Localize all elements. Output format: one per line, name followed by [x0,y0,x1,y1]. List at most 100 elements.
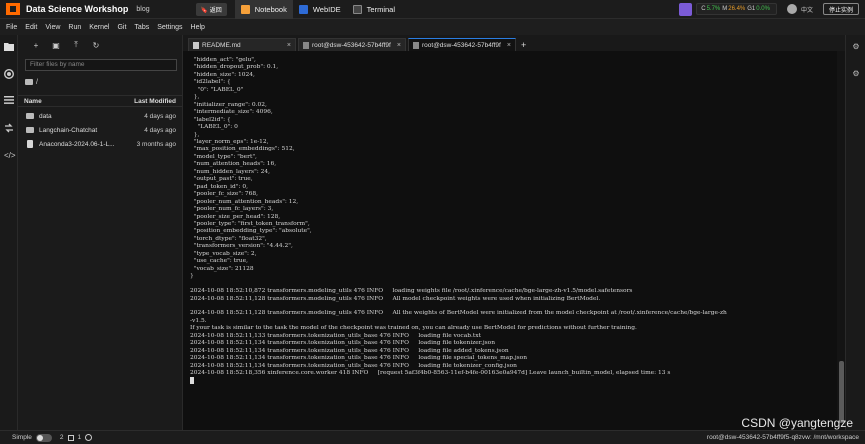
new-tab-icon[interactable]: + [521,40,526,50]
file-browser-toolbar: + ▣ ⤒ ↻ [18,35,182,55]
status-bar: Simple 2 1 root@dsw-453642-57b4ff9f5-q8z… [0,430,865,444]
menu-help[interactable]: Help [191,24,205,31]
file-name: Anaconda3-2024.06-1-L... [39,140,115,148]
terminal-line: "pooler_type": "first_token_transform", [190,220,310,227]
terminal-line: "id2label": { [190,79,231,86]
tab-readme[interactable]: README.md × [188,38,296,51]
tab-notebook[interactable]: Notebook [234,0,293,19]
terminal-count[interactable]: 2 [60,434,64,441]
menu-tabs[interactable]: Tabs [134,24,149,31]
terminal-line: "vocab_size": 21128 [190,265,254,272]
terminal-scrollbar[interactable] [837,51,845,430]
stop-instance-button[interactable]: 停止实例 [822,3,859,15]
file-row-data[interactable]: data 4 days ago [18,109,182,123]
webide-icon [298,4,308,14]
tab-webide-label: WebIDE [312,4,341,14]
terminal-line: "pooler_fc_size": 768, [190,191,259,198]
terminal-line: "use_cache": true, [190,258,248,265]
close-icon[interactable]: × [397,42,401,49]
file-modified: 4 days ago [144,126,176,134]
menu-settings[interactable]: Settings [157,24,182,31]
terminal-tab-icon [303,41,309,49]
terminal-line: 2024-10-08 18:52:11,134 transformers.tok… [190,340,496,347]
kernel-count[interactable]: 1 [78,434,82,441]
notebook-icon [240,4,250,14]
tab-terminal-label: Terminal [366,4,395,14]
folder-icon[interactable] [4,42,14,52]
breadcrumb-folder-icon[interactable] [25,79,33,85]
app-title: Data Science Workshop [26,4,129,14]
menu-view[interactable]: View [45,24,60,31]
menu-git[interactable]: Git [117,24,126,31]
tab-notebook-label: Notebook [254,4,287,14]
file-modified: 4 days ago [144,112,176,120]
git-icon[interactable] [4,123,14,133]
upload-icon[interactable]: ⤒ [66,40,86,50]
tab-webide[interactable]: WebIDE [293,0,347,19]
status-path: root@dsw-453642-57b4ff9f5-q8zvw: /mnt/wo… [706,434,859,441]
terminal-line: "torch_dtype": "float32", [190,235,267,242]
code-icon[interactable]: </> [4,151,16,161]
terminal-line: "hidden_dropout_prob": 0.1, [190,64,279,71]
tab-terminal-1[interactable]: root@dsw-453642-57b4ff9f × [298,38,406,51]
terminal-line: 2024-10-08 18:52:11,128 transformers.mod… [190,295,601,302]
menu-edit[interactable]: Edit [25,24,37,31]
column-name-header[interactable]: Name [24,98,124,105]
terminal-tab-icon [413,41,419,49]
mem-value: 26.4% [728,6,746,12]
terminal-line: } [190,273,194,280]
terminal-line: "max_position_embeddings": 512, [190,146,295,153]
assistant-icon[interactable] [679,2,693,16]
file-name: data [39,112,52,120]
file-row-anaconda[interactable]: Anaconda3-2024.06-1-L... 3 months ago [18,137,182,151]
terminal-line: 2024-10-08 18:52:11,134 transformers.tok… [190,362,517,369]
menu-file[interactable]: File [6,24,17,31]
file-browser: + ▣ ⤒ ↻ Filter files by name / Name Last… [18,35,183,430]
terminal-line: "hidden_size": 1024, [190,71,255,78]
filter-files-input[interactable]: Filter files by name [25,59,177,71]
resource-monitor[interactable]: C 5.7% M 26.4% G1 0.0% [696,3,777,15]
close-icon[interactable]: × [287,42,291,49]
user-avatar[interactable] [786,4,797,14]
terminal-line: "hidden_act": "gelu", [190,57,256,63]
property-inspector-icon[interactable]: ⚙ [851,42,861,52]
kernel-count-icon [85,434,93,441]
terminal-output: "hidden_act": "gelu", "hidden_dropout_pr… [190,57,830,386]
terminal-line: If your task is similar to the task the … [190,325,637,332]
file-row-langchain[interactable]: Langchain-Chatchat 4 days ago [18,123,182,137]
new-folder-icon[interactable]: ▣ [46,41,66,50]
terminal-line: 2024-10-08 18:52:11,133 transformers.tok… [190,332,481,339]
menu-kernel[interactable]: Kernel [89,24,109,31]
tab-terminal-2[interactable]: root@dsw-453642-57b4ff9f × [408,38,516,51]
folder-icon [26,113,34,119]
breadcrumb-path[interactable]: / [36,79,38,86]
new-launcher-icon[interactable]: + [26,41,46,50]
terminal-panel[interactable]: "hidden_act": "gelu", "hidden_dropout_pr… [183,51,845,430]
language-switch[interactable]: 中文 [801,5,813,14]
terminal-line: "LABEL_0": 0 [190,124,238,131]
tab-terminal[interactable]: Terminal [347,0,401,19]
cpu-label: C [701,6,706,12]
terminal-line: 2024-10-08 18:52:11,134 transformers.tok… [190,347,509,354]
scrollbar-thumb[interactable] [839,361,844,423]
breadcrumb: / [25,77,182,87]
menu-run[interactable]: Run [68,24,81,31]
mem-label: M [722,6,728,12]
column-modified-header[interactable]: Last Modified [134,98,176,105]
list-icon[interactable] [4,96,14,106]
running-icon[interactable] [3,68,15,80]
back-chip[interactable]: 🔖 返回 [195,2,227,16]
refresh-icon[interactable]: ↻ [86,41,106,50]
top-bar: Data Science Workshop blog 🔖 返回 Notebook… [0,0,865,19]
tab-label: root@dsw-453642-57b4ff9f [312,41,391,49]
markdown-icon [193,41,199,49]
project-name[interactable]: blog [136,6,149,13]
gpu-label: G1 [747,6,756,12]
close-icon[interactable]: × [507,42,511,49]
debugger-icon[interactable]: ⚙ [851,69,861,79]
terminal-line: }, [190,131,200,138]
document-tab-bar: README.md × root@dsw-453642-57b4ff9f × r… [183,35,845,51]
simple-mode-toggle[interactable] [35,433,52,442]
